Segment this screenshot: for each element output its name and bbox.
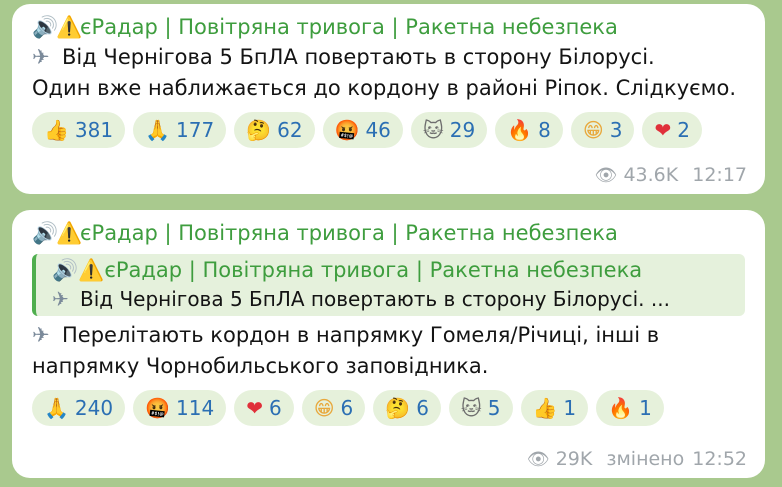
reaction-pray[interactable]: 🙏 240	[32, 390, 126, 426]
body-line-2: напрямку Чорнобильського заповідника.	[32, 354, 489, 378]
reaction-fire[interactable]: 🔥 8	[495, 112, 563, 148]
pray-icon: 🙏	[44, 396, 69, 420]
reaction-count: 6	[340, 396, 354, 420]
message-meta: 👁 29K змінено 12:52	[527, 448, 747, 470]
message-bubble-2[interactable]: 🔊⚠️єРадар | Повітряна тривога | Ракетна …	[12, 210, 765, 478]
warning-icon: ⚠️	[56, 221, 83, 245]
edited-label: змінено	[606, 448, 685, 470]
channel-title: єРадар | Повітряна тривога | Ракетна неб…	[80, 15, 618, 39]
thinking-face-icon: 🤔	[246, 118, 272, 142]
speaker-icon: 🔊	[32, 221, 59, 245]
reaction-thinking[interactable]: 🤔 62	[234, 112, 315, 148]
reaction-count: 240	[74, 396, 114, 420]
reaction-count: 1	[639, 396, 652, 420]
reaction-count: 6	[416, 396, 429, 420]
reaction-count: 114	[176, 396, 215, 420]
heart-icon: ❤	[246, 396, 263, 420]
reaction-thumbs-up[interactable]: 👍 1	[520, 390, 589, 426]
body-line-2: Один вже наближається до кордону в район…	[32, 76, 737, 100]
reaction-thumbs-up[interactable]: 👍 381	[32, 112, 126, 148]
warning-icon: ⚠️	[78, 258, 105, 282]
reaction-grin[interactable]: 😁 6	[301, 390, 366, 426]
thumbs-up-icon: 👍	[44, 118, 69, 142]
reaction-count: 2	[677, 118, 690, 142]
reaction-count: 1	[563, 396, 577, 420]
speaker-icon: 🔊	[32, 15, 59, 39]
body-line-1: Перелітають кордон в напрямку Гомеля/Річ…	[62, 323, 660, 347]
plane-icon: ✈	[52, 287, 69, 311]
grin-face-icon: 😁	[313, 396, 335, 420]
body-line-1: Від Чернігова 5 БпЛА повертають в сторон…	[62, 45, 655, 69]
reaction-count: 177	[176, 118, 215, 142]
reaction-thinking[interactable]: 🤔 6	[373, 390, 441, 426]
eye-icon: 👁	[594, 164, 618, 186]
message-meta: 👁 43.6K 12:17	[595, 164, 747, 186]
thumbs-up-icon: 👍	[532, 396, 558, 420]
reaction-heart[interactable]: ❤ 6	[234, 390, 294, 426]
reaction-pray[interactable]: 🙏 177	[133, 112, 227, 148]
message-time: 12:17	[692, 164, 747, 186]
quote-text-body: Від Чернігова 5 БпЛА повертають в сторон…	[80, 287, 670, 311]
reaction-count: 381	[74, 118, 114, 142]
reaction-cat[interactable]: 🐱 29	[410, 112, 488, 148]
reaction-fire[interactable]: 🔥 1	[596, 390, 664, 426]
reaction-count: 3	[609, 118, 623, 142]
reply-quote[interactable]: 🔊⚠️єРадар | Повітряна тривога | Ракетна …	[32, 254, 745, 316]
message-title: 🔊⚠️єРадар | Повітряна тривога | Ракетна …	[32, 218, 745, 248]
swearing-face-icon: 🤬	[334, 118, 360, 142]
cat-icon: 🐱	[422, 118, 444, 142]
reaction-count: 6	[268, 396, 282, 420]
grin-face-icon: 😁	[582, 118, 604, 142]
reaction-count: 29	[449, 118, 476, 142]
message-body: ✈ Від Чернігова 5 БпЛА повертають в сторо…	[32, 42, 745, 104]
reaction-count: 5	[487, 396, 501, 420]
reaction-heart[interactable]: ❤ 2	[642, 112, 702, 148]
heart-icon: ❤	[654, 118, 672, 142]
quote-text: ✈ Від Чернігова 5 БпЛА повертають в сторо…	[52, 285, 737, 314]
channel-title: єРадар | Повітряна тривога | Ракетна неб…	[80, 221, 618, 245]
pray-icon: 🙏	[145, 118, 170, 142]
plane-icon: ✈	[32, 45, 50, 69]
view-count: 29K	[555, 448, 593, 470]
thinking-face-icon: 🤔	[385, 396, 411, 420]
reactions: 👍 381 🙏 177 🤔 62 🤬 46 🐱 29 🔥 8 😁 3 ❤ 2	[32, 112, 745, 148]
reaction-swearing[interactable]: 🤬 46	[322, 112, 403, 148]
eye-icon: 👁	[526, 448, 550, 470]
speaker-icon: 🔊	[52, 258, 79, 282]
plane-icon: ✈	[32, 323, 50, 347]
quote-title-text: єРадар | Повітряна тривога | Ракетна неб…	[104, 258, 643, 282]
message-time: 12:52	[692, 448, 747, 470]
view-count: 43.6K	[623, 164, 679, 186]
quote-title: 🔊⚠️єРадар | Повітряна тривога | Ракетна …	[52, 256, 737, 285]
reaction-count: 8	[538, 118, 551, 142]
warning-icon: ⚠️	[56, 15, 83, 39]
fire-icon: 🔥	[608, 396, 634, 420]
message-title: 🔊⚠️єРадар | Повітряна тривога | Ракетна …	[32, 12, 745, 42]
reaction-grin[interactable]: 😁 3	[570, 112, 635, 148]
fire-icon: 🔥	[507, 118, 533, 142]
reaction-swearing[interactable]: 🤬 114	[133, 390, 227, 426]
reaction-count: 46	[365, 118, 391, 142]
reaction-count: 62	[277, 118, 303, 142]
cat-icon: 🐱	[460, 396, 482, 420]
message-bubble-1[interactable]: 🔊⚠️єРадар | Повітряна тривога | Ракетна …	[12, 4, 765, 194]
message-body: ✈ Перелітають кордон в напрямку Гомеля/Рі…	[32, 320, 745, 382]
swearing-face-icon: 🤬	[145, 396, 170, 420]
reaction-cat[interactable]: 🐱 5	[448, 390, 513, 426]
reactions: 🙏 240 🤬 114 ❤ 6 😁 6 🤔 6 🐱 5 👍 1 🔥 1	[32, 390, 745, 426]
